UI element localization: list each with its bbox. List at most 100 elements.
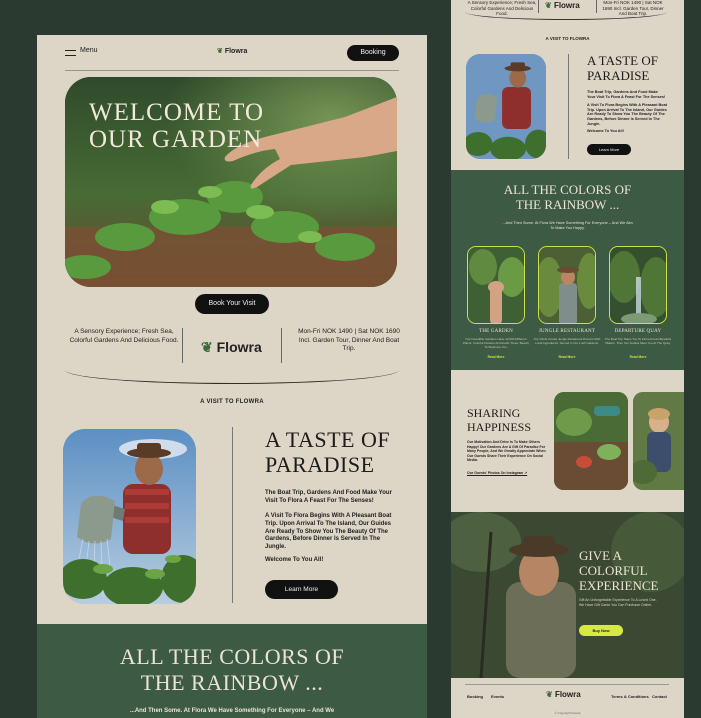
curved-divider <box>65 370 399 384</box>
gift-title-line: COLORFUL <box>579 563 648 578</box>
footer-events-link[interactable]: Events <box>491 694 504 699</box>
rainbow-title-line: ALL THE COLORS OF <box>119 644 345 669</box>
rainbow-title: ALL THE COLORS OF THE RAINBOW ... <box>451 182 684 212</box>
rainbow-title: ALL THE COLORS OF THE RAINBOW ... <box>37 644 427 696</box>
menu-icon[interactable] <box>65 50 76 56</box>
logo-text: Flowra <box>224 48 248 55</box>
hero-image: WELCOME TO OUR GARDEN <box>65 77 397 287</box>
footer-logo[interactable]: ❦ Flowra <box>546 690 581 699</box>
nav-divider <box>65 70 399 71</box>
footer-terms-link[interactable]: Terms & Conditions <box>611 694 649 699</box>
sharing-title: SHARING HAPPINESS <box>467 406 531 434</box>
gardener-photo <box>466 54 546 159</box>
gift-title-line: GIVE A <box>579 548 622 563</box>
gift-title: GIVE A COLORFUL EXPERIENCE <box>579 548 658 593</box>
garden-read-more-link[interactable]: Read More <box>462 355 530 359</box>
footer-divider <box>465 684 669 685</box>
info-description: A Sensory Experience; Fresh Sea, Colorfu… <box>69 328 179 344</box>
info-divider <box>182 328 183 363</box>
learn-more-button[interactable]: Learn More <box>587 144 631 155</box>
vertical-divider <box>568 54 569 159</box>
rainbow-subtitle: ...And Then Some. At Flora We Have Somet… <box>129 708 335 714</box>
gift-text: Gift An Unforgettable Experience To A Lo… <box>579 598 657 607</box>
garden-photo <box>468 247 524 323</box>
quay-read-more-link[interactable]: Read More <box>604 355 672 359</box>
gift-background-photo <box>451 512 684 678</box>
logo[interactable]: ❦ Flowra <box>545 1 580 10</box>
restaurant-photo <box>539 247 595 323</box>
info-pricing: Mon-Fri NOK 1490 | Sat NOK 1690 Incl. Ga… <box>298 328 400 352</box>
rainbow-section: ALL THE COLORS OF THE RAINBOW ... ...And… <box>37 624 427 718</box>
footer: Booking Events ❦ Flowra Terms & Conditio… <box>451 678 684 718</box>
taste-paragraph: Welcome To You All! <box>265 557 324 563</box>
main-page: Menu ❦ Flowra Booking WELCOME TO OUR GAR… <box>37 35 427 718</box>
sharing-title-line: HAPPINESS <box>467 420 532 434</box>
leaf-logo-icon: ❦ <box>545 1 552 10</box>
restaurant-card-title: JUNGLE RESTAURANT <box>538 329 596 334</box>
rainbow-subtitle: ...And Then Some. At Flora We Have Somet… <box>502 221 633 230</box>
hero-title: WELCOME TO OUR GARDEN <box>89 99 264 153</box>
gardener-illustration <box>466 54 546 159</box>
hero-title-line: OUR GARDEN <box>89 126 263 153</box>
section-label: A VISIT TO FLOWRA <box>545 36 590 41</box>
rainbow-section: ALL THE COLORS OF THE RAINBOW ... ...And… <box>451 170 684 370</box>
gift-section: GIVE A COLORFUL EXPERIENCE Gift An Unfor… <box>451 512 684 678</box>
taste-title-line: PARADISE <box>587 68 650 83</box>
logo-large: ❦ Flowra <box>201 339 262 356</box>
garden-card-title: THE GARDEN <box>479 329 513 334</box>
rainbow-title-line: THE RAINBOW ... <box>140 670 324 695</box>
sharing-section: SHARING HAPPINESS Our Motivation And Dri… <box>451 374 684 510</box>
planting-photo <box>554 392 628 490</box>
quay-photo <box>610 247 666 323</box>
side-page: A Sensory Experience; Fresh Sea, Colorfu… <box>451 0 684 718</box>
gardener-illustration <box>63 429 196 604</box>
restaurant-card-image[interactable] <box>538 246 596 324</box>
leaf-logo-icon: ❦ <box>201 339 213 355</box>
taste-title-line: PARADISE <box>265 452 375 477</box>
rainbow-title-line: THE RAINBOW ... <box>515 197 620 212</box>
child-illustration <box>633 392 684 490</box>
sharing-title-line: SHARING <box>467 406 521 420</box>
taste-paragraph: Welcome To You All! <box>587 129 624 133</box>
hero-title-line: WELCOME TO <box>89 99 265 126</box>
instagram-link[interactable]: Our Guests' Photos On Instagram ↗ <box>467 471 527 475</box>
footer-copyright: © Copyright Flowra <box>554 711 581 715</box>
top-navigation: Menu ❦ Flowra Booking <box>37 35 427 71</box>
taste-paragraph: The Boat Trip, Gardens And Food Make You… <box>265 490 392 504</box>
menu-link[interactable]: Menu <box>80 47 98 54</box>
garden-card-image[interactable] <box>467 246 525 324</box>
booking-button[interactable]: Booking <box>347 45 399 61</box>
taste-title: A TASTE OF PARADISE <box>587 53 658 83</box>
taste-paragraph: The Boat Trip, Gardens And Food Make You… <box>587 90 666 99</box>
quay-card-image[interactable] <box>609 246 667 324</box>
rainbow-title-line: ALL THE COLORS OF <box>503 182 632 197</box>
restaurant-card-text: Our Chefs Create Jungle Restaurant Dinne… <box>533 337 601 345</box>
logo[interactable]: ❦ Flowra <box>217 47 247 55</box>
leaf-logo-icon: ❦ <box>546 690 553 699</box>
logo-large-text: Flowra <box>216 339 262 355</box>
vertical-divider <box>232 427 233 603</box>
planting-illustration <box>554 392 628 490</box>
curved-divider <box>465 12 667 20</box>
buy-now-button[interactable]: Buy Now <box>579 625 623 636</box>
footer-booking-link[interactable]: Booking <box>467 694 483 699</box>
leaf-logo-icon: ❦ <box>217 48 223 55</box>
taste-title-line: A TASTE OF <box>587 53 658 68</box>
footer-logo-text: Flowra <box>554 690 581 699</box>
footer-contact-link[interactable]: Contact <box>652 694 667 699</box>
taste-title-line: A TASTE OF <box>265 427 391 452</box>
taste-paragraph: A Visit To Flora Begins With A Pleasant … <box>265 513 392 551</box>
info-divider <box>281 328 282 363</box>
taste-paragraph: A Visit To Flora Begins With A Pleasant … <box>587 103 667 126</box>
child-photo <box>633 392 684 490</box>
section-label: A VISIT TO FLOWRA <box>200 399 264 405</box>
quay-card-text: The Boat Trip Takes You To Flora Across … <box>604 337 672 345</box>
gift-title-line: EXPERIENCE <box>579 578 659 593</box>
restaurant-read-more-link[interactable]: Read More <box>533 355 601 359</box>
book-your-visit-button[interactable]: Book Your Visit <box>195 294 269 314</box>
learn-more-button[interactable]: Learn More <box>265 580 338 599</box>
quay-card-title: DEPARTURE QUAY <box>614 329 662 334</box>
logo-text: Flowra <box>553 1 580 10</box>
garden-card-text: Our Incredible Gardens Have 10,000 Diffe… <box>462 337 530 349</box>
sharing-text: Our Motivation And Drive Is To Make Othe… <box>467 440 546 463</box>
